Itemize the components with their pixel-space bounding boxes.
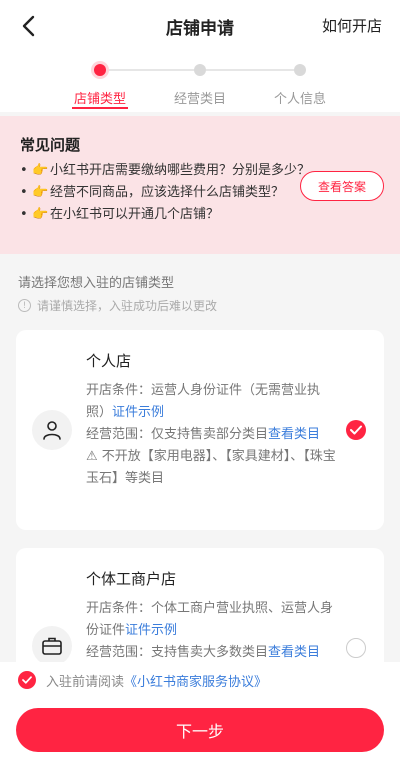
pointing-hand-icon: 👉 bbox=[32, 185, 49, 200]
faq-item[interactable]: • 👉 在小红书可以开通几个店铺？ bbox=[20, 205, 310, 224]
business-scope: 经营范围：支持售卖大多数类目查看类目 bbox=[86, 645, 321, 660]
step-label-store-type: 店铺类型 bbox=[73, 92, 126, 107]
header: 店铺申请 如何开店 bbox=[0, 0, 400, 52]
certificate-example-link[interactable]: 证件示例 bbox=[125, 623, 177, 638]
store-type-prompt: 请选择您想入驻的店铺类型 bbox=[18, 276, 175, 291]
person-icon bbox=[32, 410, 72, 450]
faq-title: 常见问题 bbox=[20, 136, 81, 154]
info-icon: ! bbox=[18, 299, 31, 312]
next-step-button[interactable]: 下一步 bbox=[16, 708, 384, 752]
active-step-underline bbox=[72, 107, 128, 109]
check-icon bbox=[22, 676, 32, 684]
step-label-personal-info: 个人信息 bbox=[273, 92, 326, 107]
selected-radio[interactable] bbox=[346, 420, 366, 440]
view-categories-link[interactable]: 查看类目 bbox=[268, 645, 320, 660]
open-condition: 开店条件：个体工商户营业执照、运营人身份证件证件示例 bbox=[86, 601, 334, 638]
step-connector bbox=[106, 69, 194, 71]
pointing-hand-icon: 👉 bbox=[32, 207, 49, 222]
step-label-category: 经营类目 bbox=[173, 92, 226, 107]
check-icon bbox=[350, 425, 362, 435]
bottom-bar: 下一步 bbox=[0, 698, 400, 764]
certificate-example-link[interactable]: 证件示例 bbox=[112, 405, 164, 420]
briefcase-icon bbox=[32, 626, 72, 666]
merchant-agreement-link[interactable]: 《小红书商家服务协议》 bbox=[124, 671, 267, 690]
step-dot-2 bbox=[194, 64, 206, 76]
store-type-name: 个人店 bbox=[86, 352, 132, 370]
step-indicator: 店铺类型 经营类目 个人信息 bbox=[0, 52, 400, 112]
faq-item[interactable]: • 👉 经营不同商品，应该选择什么店铺类型？ bbox=[20, 183, 310, 202]
business-scope: 经营范围：仅支持售卖部分类目查看类目 bbox=[86, 427, 321, 442]
agreement-checkbox[interactable] bbox=[18, 671, 36, 689]
faq-item[interactable]: • 👉 小红书开店需要缴纳哪些费用？分别是多少？ bbox=[20, 161, 310, 180]
pointing-hand-icon: 👉 bbox=[32, 163, 49, 178]
step-dot-3 bbox=[294, 64, 306, 76]
step-dot-1 bbox=[94, 64, 106, 76]
warning-triangle-icon: ⚠ bbox=[86, 449, 102, 464]
faq-panel: 常见问题 • 👉 小红书开店需要缴纳哪些费用？分别是多少？ • 👉 经营不同商品… bbox=[0, 116, 400, 254]
card-content: 个体工商户店 开店条件：个体工商户营业执照、运营人身份证件证件示例 经营范围：支… bbox=[86, 568, 338, 664]
warning-note: ! 请谨慎选择，入驻成功后难以更改 bbox=[18, 297, 217, 314]
category-restriction: ⚠ 不开放【家用电器】、【家具建材】、【珠宝玉石】等类目 bbox=[86, 449, 336, 486]
open-condition: 开店条件：运营人身份证件（无需营业执照）证件示例 bbox=[86, 383, 321, 420]
view-answers-button[interactable]: 查看答案 bbox=[300, 171, 384, 201]
card-content: 个人店 开店条件：运营人身份证件（无需营业执照）证件示例 经营范围：仅支持售卖部… bbox=[86, 350, 338, 490]
store-type-name: 个体工商户店 bbox=[86, 570, 177, 588]
store-type-card-personal[interactable]: 个人店 开店条件：运营人身份证件（无需营业执照）证件示例 经营范围：仅支持售卖部… bbox=[16, 330, 384, 530]
step-connector bbox=[206, 69, 294, 71]
how-to-open-store-link[interactable]: 如何开店 bbox=[322, 15, 382, 36]
view-categories-link[interactable]: 查看类目 bbox=[268, 427, 320, 442]
agreement-row: 入驻前请阅读 《小红书商家服务协议》 bbox=[0, 662, 400, 698]
unselected-radio[interactable] bbox=[346, 638, 366, 658]
